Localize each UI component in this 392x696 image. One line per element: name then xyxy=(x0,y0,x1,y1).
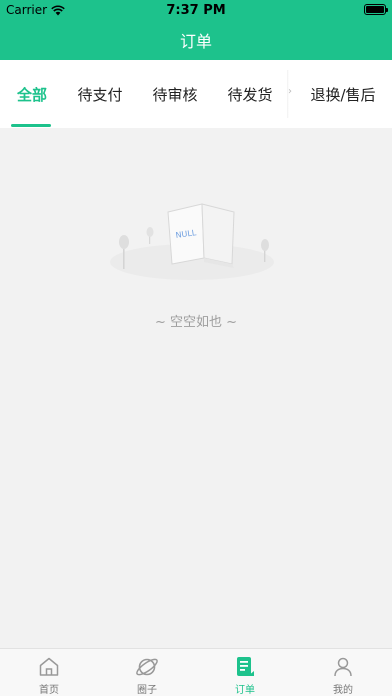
tabbar-item-home-label: 首页 xyxy=(39,685,59,696)
status-bar: Carrier 7:37 PM xyxy=(0,0,392,20)
empty-state-illustration: NULL xyxy=(110,203,274,280)
order-icon xyxy=(237,657,254,676)
tab-active-indicator xyxy=(11,124,51,127)
tabbar-item-home[interactable]: 首页 xyxy=(0,649,98,696)
order-tabs: 全部 待支付 待审核 待发货 退换/售后 xyxy=(0,60,392,128)
tabbar-item-profile[interactable]: 我的 xyxy=(294,649,392,696)
nav-bar: 订单 xyxy=(0,20,392,60)
battery-icon xyxy=(364,4,388,15)
tab-returns[interactable]: 退换/售后 xyxy=(300,60,386,128)
home-icon xyxy=(39,657,59,676)
tab-pending-review-label: 待审核 xyxy=(152,85,198,104)
chevron-right-icon: › xyxy=(288,86,292,97)
tab-pending-shipment[interactable]: 待发货 xyxy=(222,60,278,128)
tab-pending-payment[interactable]: 待支付 xyxy=(72,60,128,128)
tab-all-label: 全部 xyxy=(16,85,47,104)
page-title: 订单 xyxy=(179,32,212,51)
tab-pending-shipment-label: 待发货 xyxy=(227,85,273,104)
empty-message: ~ 空空如也 ~ xyxy=(154,315,238,330)
tabbar-item-orders[interactable]: 订单 xyxy=(196,649,294,696)
tabbar-item-orders-label: 订单 xyxy=(235,685,255,696)
planet-icon xyxy=(136,658,158,676)
tab-pending-review[interactable]: 待审核 xyxy=(147,60,203,128)
status-right xyxy=(364,4,388,15)
tab-all[interactable]: 全部 xyxy=(10,60,54,128)
bottom-tabbar: 首页 圈子 订单 我的 xyxy=(0,648,392,696)
tabbar-item-profile-label: 我的 xyxy=(333,685,353,696)
profile-icon xyxy=(334,657,352,677)
tabbar-item-circle-label: 圈子 xyxy=(137,685,157,696)
tabbar-item-circle[interactable]: 圈子 xyxy=(98,649,196,696)
tab-pending-payment-label: 待支付 xyxy=(77,85,123,104)
tab-returns-label: 退换/售后 xyxy=(310,85,376,104)
status-time: 7:37 PM xyxy=(166,3,226,18)
